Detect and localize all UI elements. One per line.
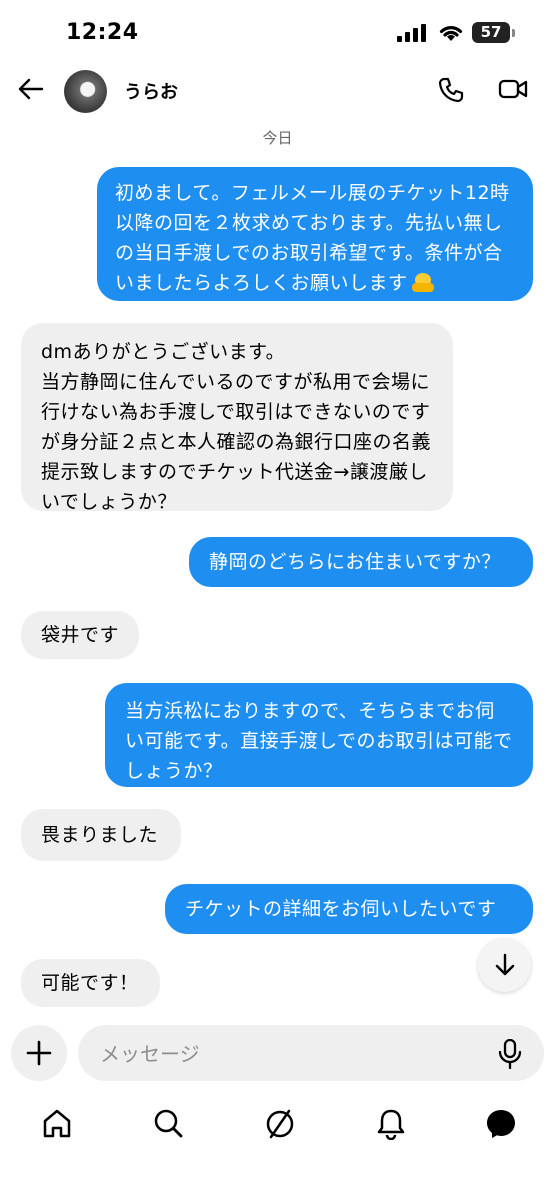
message-input[interactable] bbox=[98, 1025, 492, 1083]
status-bar: 12:24 57 bbox=[0, 0, 555, 62]
battery-level: 57 bbox=[480, 23, 502, 41]
message-text-line: dmありがとうございます。 bbox=[41, 341, 286, 363]
home-icon[interactable] bbox=[42, 1108, 72, 1140]
search-icon[interactable] bbox=[153, 1108, 183, 1140]
message-text: 可能です！ bbox=[41, 972, 139, 994]
message-text: チケットの詳細をお伺いしたいです bbox=[185, 898, 497, 920]
message-text: 当方浜松におりますので、そちらまでお伺い可能です。直接手渡しでのお取引は可能でし… bbox=[125, 700, 513, 782]
microphone-icon[interactable] bbox=[498, 1039, 522, 1069]
outgoing-message[interactable]: 初めまして。フェルメール展のチケット12時以降の回を２枚求めております。先払い無… bbox=[97, 167, 533, 301]
message-text: 袋井です bbox=[41, 624, 120, 646]
date-separator: 今日 bbox=[262, 129, 293, 147]
incoming-message[interactable]: 可能です！ bbox=[21, 959, 160, 1007]
avatar[interactable] bbox=[64, 70, 107, 113]
status-time: 12:24 bbox=[66, 20, 139, 45]
folded-hands-emoji bbox=[411, 271, 434, 293]
video-camera-icon[interactable] bbox=[498, 76, 528, 102]
message-composer bbox=[78, 1025, 544, 1083]
outgoing-message[interactable]: 当方浜松におりますので、そちらまでお伺い可能です。直接手渡しでのお取引は可能でし… bbox=[105, 683, 533, 787]
phone-icon[interactable] bbox=[437, 76, 465, 104]
messenger-icon[interactable] bbox=[485, 1108, 517, 1140]
arrow-down-icon bbox=[495, 953, 515, 976]
wifi-icon bbox=[439, 26, 463, 41]
outgoing-message[interactable]: 静岡のどちらにお住まいですか？ bbox=[189, 537, 533, 587]
contact-name[interactable]: うらお bbox=[124, 78, 178, 104]
incoming-message[interactable]: dmありがとうございます。 当方静岡に住んでいるのですが私用で会場に行けない為お… bbox=[21, 323, 453, 513]
battery-indicator: 57 bbox=[472, 22, 510, 43]
chat-header: うらお bbox=[0, 62, 555, 118]
bell-icon[interactable] bbox=[376, 1108, 406, 1140]
message-text: 静岡のどちらにお住まいですか？ bbox=[209, 551, 501, 573]
message-text-line: 当方静岡に住んでいるのですが私用で会場に行けない為お手渡しで取引はできないのです… bbox=[41, 371, 432, 513]
incoming-message[interactable]: 畏まりました bbox=[21, 809, 181, 861]
add-attachment-button[interactable] bbox=[11, 1025, 67, 1081]
message-text: 初めまして。フェルメール展のチケット12時以降の回を２枚求めております。先払い無… bbox=[115, 182, 510, 294]
explore-icon[interactable] bbox=[264, 1108, 296, 1140]
outgoing-message[interactable]: チケットの詳細をお伺いしたいです bbox=[165, 884, 533, 934]
message-text: 畏まりました bbox=[41, 824, 159, 846]
scroll-to-bottom-button[interactable] bbox=[478, 939, 531, 992]
battery-cap bbox=[512, 29, 515, 37]
cellular-signal-icon bbox=[397, 24, 426, 42]
incoming-message[interactable]: 袋井です bbox=[21, 611, 139, 659]
back-arrow-icon[interactable] bbox=[18, 76, 44, 102]
plus-icon bbox=[26, 1040, 52, 1066]
